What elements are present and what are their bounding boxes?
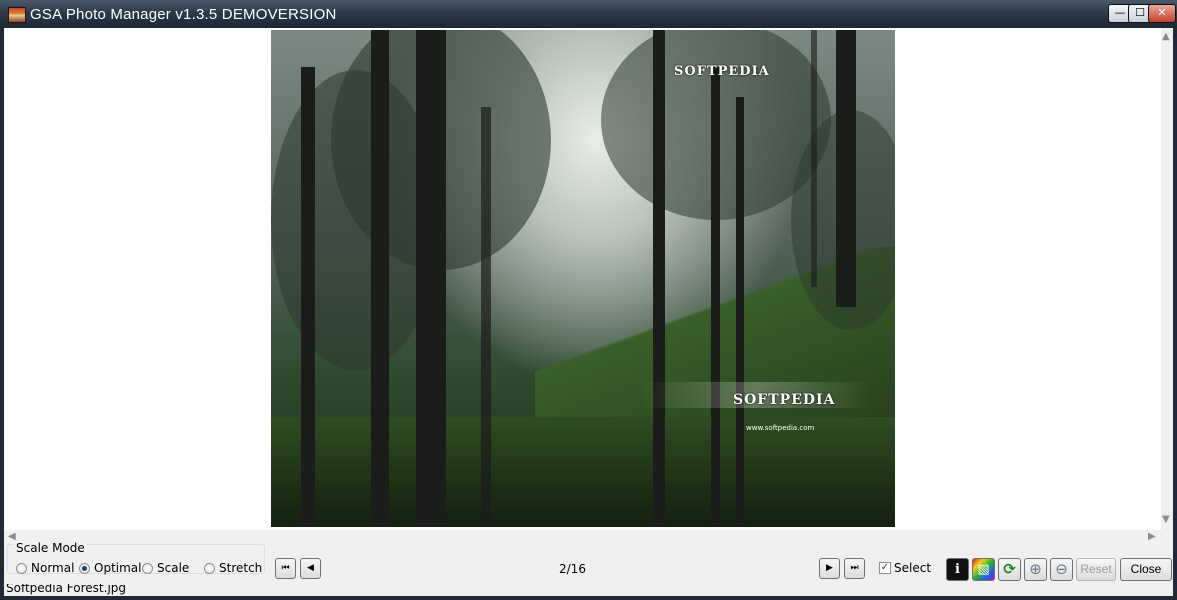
radio-scale-indicator[interactable] <box>142 562 153 574</box>
watermark-main: SOFTPEDIA <box>733 392 836 408</box>
rotate-button[interactable]: ⟳ <box>998 558 1021 581</box>
scroll-down-icon[interactable]: ▼ <box>1162 514 1170 525</box>
photo-trunk <box>736 97 744 527</box>
watermark-top: SOFTPEDIA <box>674 64 770 79</box>
photo-trunk <box>653 30 665 527</box>
first-image-button[interactable]: ⏮ <box>275 558 296 579</box>
photo-display: SOFTPEDIA SOFTPEDIA www.softpedia.com <box>271 30 895 527</box>
scroll-right-icon[interactable]: ▶ <box>1148 531 1156 542</box>
radio-stretch-label: Stretch <box>219 561 263 575</box>
status-bar: Softpedia Forest.jpg <box>4 584 1173 596</box>
select-checkbox-box[interactable]: ✓ <box>879 562 891 574</box>
image-viewport[interactable]: SOFTPEDIA SOFTPEDIA www.softpedia.com <box>4 28 1161 530</box>
radio-scale-label: Scale <box>157 561 190 575</box>
last-image-button[interactable]: ⏭ <box>844 558 865 579</box>
image-counter: 2/16 <box>559 562 586 576</box>
rotate-icon: ⟳ <box>1003 560 1016 578</box>
radio-optimal-indicator[interactable] <box>79 562 90 574</box>
reset-button[interactable]: Reset <box>1076 558 1116 581</box>
photo-trunk <box>371 30 389 527</box>
radio-optimal[interactable]: Optimal <box>79 561 141 575</box>
next-icon: ▶ <box>826 563 833 573</box>
client-area: SOFTPEDIA SOFTPEDIA www.softpedia.com ▲ … <box>4 28 1173 596</box>
last-icon: ⏭ <box>850 563 859 573</box>
close-window-button[interactable]: ✕ <box>1148 4 1176 23</box>
color-adjust-icon: ▧ <box>977 562 990 577</box>
radio-scale[interactable]: Scale <box>142 561 189 575</box>
previous-icon: ◀ <box>307 563 314 573</box>
scale-mode-legend: Scale Mode <box>14 541 87 555</box>
vertical-scrollbar[interactable]: ▲ ▼ <box>1161 28 1173 530</box>
scroll-up-icon[interactable]: ▲ <box>1162 31 1170 42</box>
radio-normal-label: Normal <box>31 561 75 575</box>
control-bar: Scale Mode Normal Optimal Scale Stretch … <box>4 541 1173 584</box>
photo-trunk <box>711 67 720 527</box>
radio-normal[interactable]: Normal <box>16 561 74 575</box>
zoom-out-icon: ⊖ <box>1055 560 1068 578</box>
zoom-out-button[interactable]: ⊖ <box>1050 558 1073 581</box>
zoom-in-button[interactable]: ⊕ <box>1024 558 1047 581</box>
horizontal-scrollbar[interactable]: ◀ ▶ <box>4 530 1161 544</box>
photo-trunk <box>301 67 315 527</box>
watermark-url: www.softpedia.com <box>746 424 815 432</box>
close-button[interactable]: Close <box>1120 558 1172 581</box>
photo-trunk <box>811 30 817 287</box>
scale-mode-group: Scale Mode Normal Optimal Scale Stretch <box>7 541 265 575</box>
info-icon: i <box>955 562 960 577</box>
window-title: GSA Photo Manager v1.3.5 DEMOVERSION <box>30 6 337 23</box>
app-icon <box>8 7 26 23</box>
info-button[interactable]: i <box>946 558 969 581</box>
zoom-in-icon: ⊕ <box>1029 560 1042 578</box>
select-checkbox-label: Select <box>894 561 932 575</box>
photo-ground <box>271 417 895 527</box>
next-image-button[interactable]: ▶ <box>819 558 840 579</box>
photo-trunk <box>836 30 856 307</box>
radio-stretch-indicator[interactable] <box>204 562 215 574</box>
photo-trunk <box>416 30 446 527</box>
previous-image-button[interactable]: ◀ <box>300 558 321 579</box>
title-bar: GSA Photo Manager v1.3.5 DEMOVERSION — ☐… <box>0 0 1177 28</box>
select-checkbox[interactable]: ✓ Select <box>879 561 931 575</box>
status-filename: Softpedia Forest.jpg <box>6 584 127 595</box>
color-adjust-button[interactable]: ▧ <box>972 558 995 581</box>
photo-trunk <box>481 107 491 527</box>
radio-optimal-label: Optimal <box>94 561 142 575</box>
radio-stretch[interactable]: Stretch <box>204 561 262 575</box>
first-icon: ⏮ <box>281 563 290 573</box>
radio-normal-indicator[interactable] <box>16 562 27 574</box>
